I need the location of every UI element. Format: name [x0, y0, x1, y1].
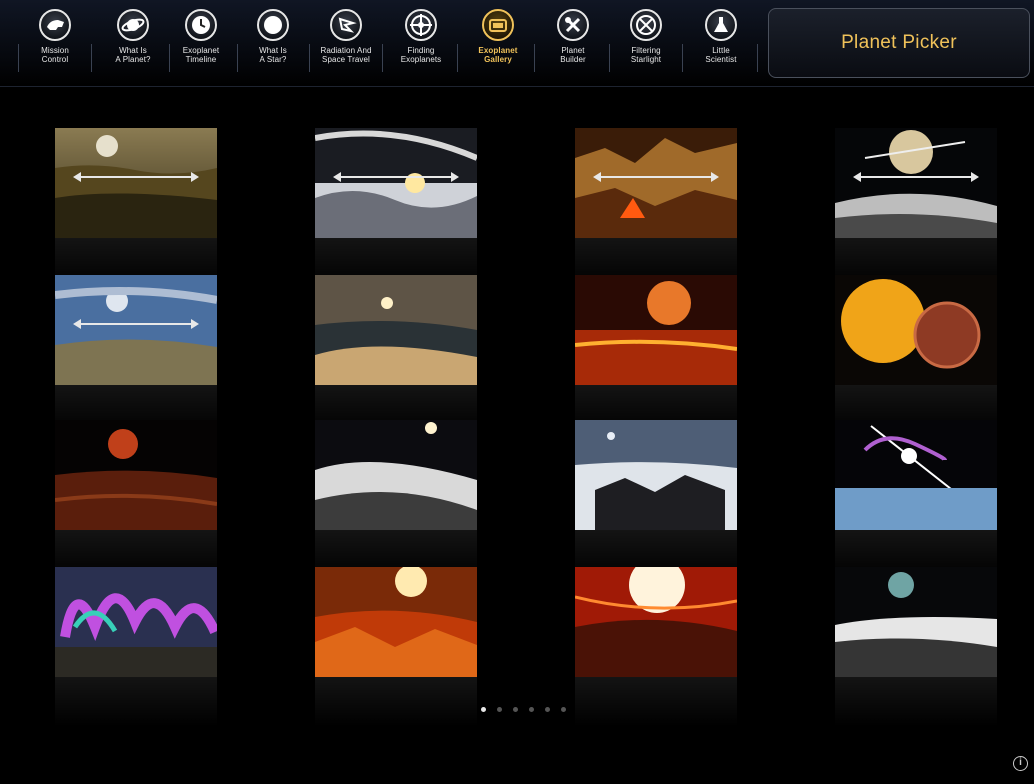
thumbnail-reflection	[55, 677, 217, 732]
gallery-thumbnail-glowing-sun-lava[interactable]	[315, 567, 477, 732]
thumbnail-image	[55, 567, 217, 677]
nav-item-label: Exoplanet Gallery	[478, 46, 518, 64]
thumbnail-image	[55, 420, 217, 530]
nav-item-gallery[interactable]: Exoplanet Gallery	[461, 8, 535, 78]
nav-item-label: What Is A Planet?	[115, 46, 151, 64]
page-indicator	[481, 707, 571, 715]
thumbnail-reflection	[315, 677, 477, 732]
gallery-thumbnail-ringed-planet-clouds[interactable]	[315, 128, 477, 293]
nav-item-radiation[interactable]: Radiation And Space Travel	[309, 8, 383, 78]
gallery-thumbnail-volcanic-mountains[interactable]	[575, 128, 737, 293]
nav-divider	[757, 44, 758, 72]
nav-item-mission-control[interactable]: Mission Control	[18, 8, 92, 78]
thumbnail-image	[55, 128, 217, 238]
thumbnail-image	[315, 128, 477, 238]
double-arrow-icon	[73, 319, 199, 329]
gallery-thumbnail-flare-over-ice[interactable]	[835, 420, 997, 585]
star-icon	[257, 9, 289, 41]
gallery-thumbnail-teal-moon-ice-shore[interactable]	[835, 567, 997, 732]
gallery-thumbnail-aurora-plain[interactable]	[55, 567, 217, 732]
nav-item-label: Mission Control	[41, 46, 69, 64]
gallery-icon	[482, 9, 514, 41]
thumbnail-image	[315, 567, 477, 677]
nav-item-label: Radiation And Space Travel	[320, 46, 372, 64]
planet-icon	[117, 9, 149, 41]
nav-divider	[682, 44, 683, 72]
double-arrow-icon	[853, 172, 979, 182]
nav-item-label: Exoplanet Timeline	[182, 46, 220, 64]
clock-icon	[185, 9, 217, 41]
mission-control-icon	[39, 9, 71, 41]
nav-divider	[18, 44, 19, 72]
gallery-thumbnail-desert-plain-moon[interactable]	[55, 128, 217, 293]
flask-icon	[705, 9, 737, 41]
thumbnail-image	[575, 128, 737, 238]
nav-divider	[457, 44, 458, 72]
nav-item-star[interactable]: What Is A Star?	[236, 8, 310, 78]
nav-item-crosshair[interactable]: Finding Exoplanets	[384, 8, 458, 78]
gallery-thumbnail-icy-rocks-moons[interactable]	[575, 420, 737, 585]
nav-item-flask[interactable]: Little Scientist	[684, 8, 758, 78]
thumbnail-image	[835, 567, 997, 677]
page-dot-5[interactable]	[545, 707, 550, 712]
double-arrow-icon	[73, 172, 199, 182]
nav-item-filter[interactable]: Filtering Starlight	[609, 8, 683, 78]
thumbnail-image	[575, 567, 737, 677]
nav-item-label: What Is A Star?	[259, 46, 287, 64]
gallery-thumbnail-saturn-over-ice[interactable]	[835, 128, 997, 293]
page-dot-2[interactable]	[497, 707, 502, 712]
nav-item-label: Planet Builder	[560, 46, 586, 64]
nav-divider	[382, 44, 383, 72]
nav-item-planet[interactable]: What Is A Planet?	[96, 8, 170, 78]
nav-item-tools[interactable]: Planet Builder	[536, 8, 610, 78]
filter-icon	[630, 9, 662, 41]
gallery-thumbnail-red-sun-lava-sea[interactable]	[575, 275, 737, 440]
thumbnail-reflection	[835, 677, 997, 732]
page-dot-6[interactable]	[561, 707, 566, 712]
thumbnail-image	[315, 420, 477, 530]
thumbnail-image	[835, 420, 997, 530]
thumbnail-image	[575, 420, 737, 530]
nav-divider	[91, 44, 92, 72]
nav-item-label: Finding Exoplanets	[400, 46, 442, 64]
gallery-thumbnail-red-dwarf-plain[interactable]	[55, 420, 217, 585]
planet-picker-label: Planet Picker	[841, 32, 957, 53]
double-arrow-icon	[333, 172, 459, 182]
gallery-thumbnail-giant-star-and-planet[interactable]	[835, 275, 997, 440]
planet-picker-button[interactable]: Planet Picker	[768, 8, 1030, 78]
crosshair-icon	[405, 9, 437, 41]
tools-icon	[557, 9, 589, 41]
double-arrow-icon	[593, 172, 719, 182]
gallery-thumbnail-snowy-ridge[interactable]	[315, 420, 477, 585]
nav-divider	[534, 44, 535, 72]
thumbnail-image	[315, 275, 477, 385]
nav-item-label: Little Scientist	[705, 46, 737, 64]
thumbnail-reflection	[575, 677, 737, 732]
page-dot-4[interactable]	[529, 707, 534, 712]
thumbnail-image	[835, 128, 997, 238]
nav-item-clock[interactable]: Exoplanet Timeline	[164, 8, 238, 78]
page-dot-3[interactable]	[513, 707, 518, 712]
thumbnail-image	[575, 275, 737, 385]
gallery-thumbnail-blue-sky-plains[interactable]	[55, 275, 217, 440]
thumbnail-image	[835, 275, 997, 385]
gallery-thumbnail-white-sun-red-terrain[interactable]	[575, 567, 737, 732]
gallery-thumbnail-rocky-shore[interactable]	[315, 275, 477, 440]
nav-item-label: Filtering Starlight	[630, 46, 662, 64]
radiation-icon	[330, 9, 362, 41]
top-navigation-bar: Mission Control What Is A Planet? Exoplane…	[0, 0, 1034, 87]
info-button[interactable]: i	[1013, 756, 1028, 771]
thumbnail-image	[55, 275, 217, 385]
page-dot-1[interactable]	[481, 707, 486, 712]
